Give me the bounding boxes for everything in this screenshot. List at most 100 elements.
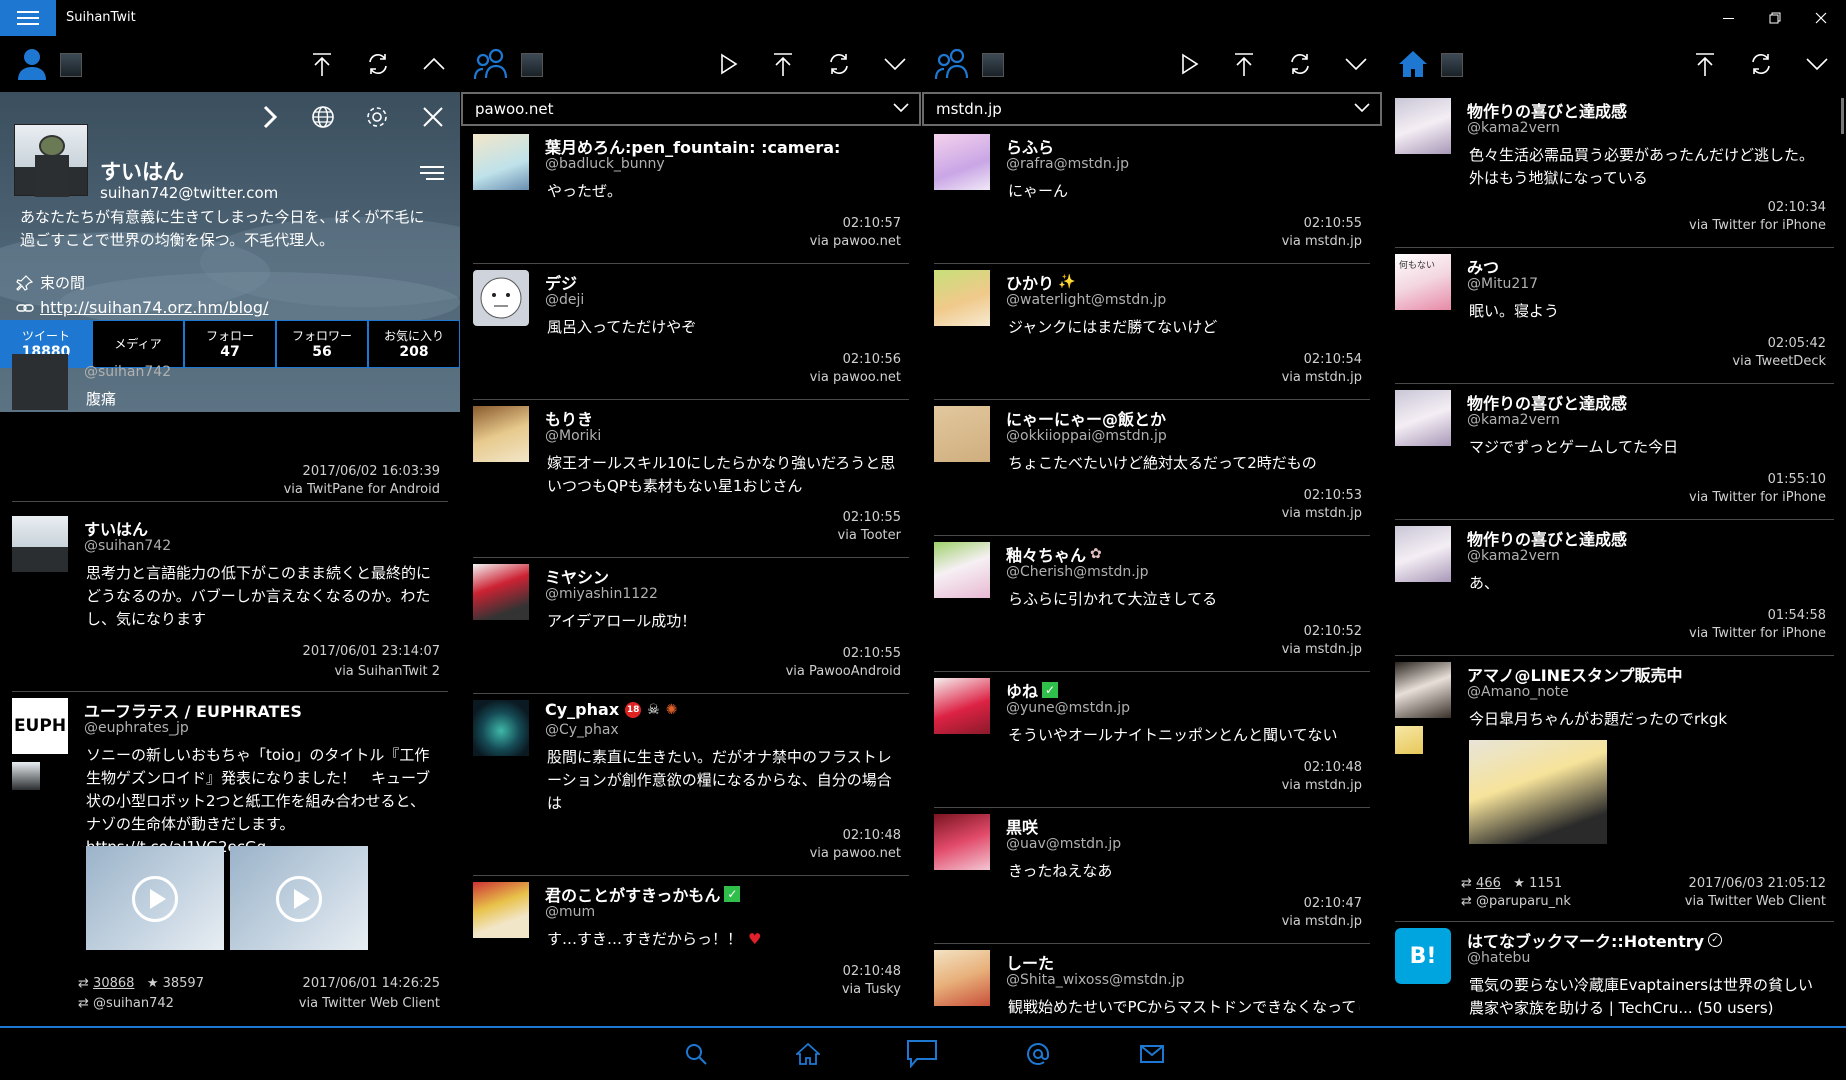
expand-button[interactable] — [877, 46, 913, 82]
tweet-item[interactable]: 物作りの喜びと達成感 @kama2vern マジでずっとゲームしてた今日 01:… — [1395, 390, 1834, 520]
tweet-avatar[interactable] — [934, 270, 990, 326]
tweet-avatar[interactable] — [1395, 98, 1451, 154]
retweeted-by-handle[interactable]: @suihan742 — [93, 996, 174, 1011]
tweet-item[interactable]: Cy_phax 18 ☠ ✺ @Cy_phax 股間に素直に生きたい。だがオナ禁… — [473, 700, 909, 876]
search-button[interactable] — [678, 1038, 714, 1070]
tweet-item[interactable]: 物作りの喜びと達成感 @kama2vern 色々生活必需品買う必要があったんだけ… — [1395, 98, 1834, 248]
settings-button[interactable] — [362, 102, 392, 132]
retweet-count[interactable]: 30868 — [93, 976, 134, 991]
tweet-item[interactable]: しーた @Shita_wixoss@mstdn.jp 観戦始めたせいでPCからマ… — [934, 950, 1370, 1026]
account-avatar[interactable] — [60, 53, 82, 77]
tweet-avatar[interactable]: B! — [1395, 928, 1451, 984]
tweet-item[interactable]: B! はてなブックマーク::Hotentry ✓ @hatebu 電気の要らない… — [1395, 928, 1834, 1016]
retweeted-by-handle[interactable]: @paruparu_nk — [1476, 894, 1571, 909]
tweet-item[interactable]: ミヤシン @miyashin1122 アイデアロール成功！ 02:10:55 v… — [473, 564, 909, 694]
refresh-button[interactable] — [1282, 46, 1318, 82]
close-window-button[interactable] — [1798, 0, 1844, 36]
home-column-type-button[interactable] — [1395, 46, 1431, 82]
scroll-top-button[interactable] — [1687, 46, 1723, 82]
tweet-item[interactable]: らふら @rafra@mstdn.jp にゃーん 02:10:55 via ms… — [934, 134, 1370, 264]
tweet-item[interactable]: 物作りの喜びと達成感 @kama2vern あ、 01:54:58 via Tw… — [1395, 526, 1834, 656]
instance-select[interactable]: mstdn.jp — [922, 92, 1382, 126]
tweet-item[interactable]: 釉々ちゃん ✿ @Cherish@mstdn.jp らふらに引かれて大泣きしてる… — [934, 542, 1370, 672]
tweet-avatar[interactable] — [1395, 662, 1451, 718]
tweet-item[interactable]: 君のことがすきっかもん ✓ @mum す…すき…すきだからっ！！ ♥ 02:10… — [473, 882, 909, 1022]
minimize-button[interactable] — [1706, 0, 1752, 36]
tweet-item[interactable]: EUPH ユーフラテス / EUPHRATES @euphrates_jp ソニ… — [12, 698, 448, 1026]
mentions-button[interactable] — [1020, 1038, 1056, 1070]
open-profile-button[interactable] — [254, 102, 284, 132]
media-thumbnail[interactable] — [230, 846, 368, 950]
close-profile-button[interactable] — [418, 102, 448, 132]
media-thumbnail[interactable] — [1469, 740, 1607, 844]
account-avatar[interactable] — [982, 53, 1004, 77]
instance-select[interactable]: pawoo.net — [461, 92, 921, 126]
tweet-avatar[interactable] — [1395, 390, 1451, 446]
tweet-avatar[interactable] — [934, 406, 990, 462]
profile-menu-button[interactable] — [420, 164, 446, 184]
profile-url-link[interactable]: http://suihan74.orz.hm/blog/ — [40, 298, 268, 317]
user-column-type-button[interactable] — [14, 46, 50, 82]
expand-button[interactable] — [1338, 46, 1374, 82]
tweet-avatar[interactable] — [934, 950, 990, 1006]
tweet-item[interactable]: すいはん @suihan742 思考力と言語能力の低下がこのまま続くと最終的にど… — [12, 516, 448, 692]
pawoo-column-type-button[interactable] — [473, 46, 509, 82]
tweet-avatar[interactable] — [12, 354, 68, 410]
tab-followers[interactable]: フォロワー 56 — [276, 320, 368, 368]
media-thumbnail[interactable] — [86, 846, 224, 950]
browser-button[interactable] — [308, 102, 338, 132]
expand-button[interactable] — [1799, 46, 1835, 82]
account-avatar[interactable] — [1441, 53, 1463, 77]
tweet-avatar[interactable] — [934, 814, 990, 870]
tweet-item[interactable]: もりき @Moriki 嫁王オールスキル10にしたらかなり強いだろうと思いつつも… — [473, 406, 909, 558]
tweet-item[interactable]: 黒咲 @uav@mstdn.jp きったねえなあ 02:10:47 via ms… — [934, 814, 1370, 944]
tweet-item[interactable]: にゃーにゃー@飯とか @okkiioppai@mstdn.jp ちょこたべたいけ… — [934, 406, 1370, 536]
tweet-item[interactable]: 葉月めろん:pen_fountain: :camera: @badluck_bu… — [473, 134, 909, 264]
refresh-button[interactable] — [360, 46, 396, 82]
tweet-item[interactable]: デジ @deji 風呂入ってただけやぞ 02:10:56 via pawoo.n… — [473, 270, 909, 400]
scroll-top-button[interactable] — [765, 46, 801, 82]
refresh-button[interactable] — [821, 46, 857, 82]
tweet-avatar[interactable] — [934, 134, 990, 190]
tweet-item[interactable]: ひかり ✨ @waterlight@mstdn.jp ジャンクにはまだ勝てないけ… — [934, 270, 1370, 400]
tweet-avatar[interactable] — [473, 134, 529, 190]
tweet-avatar[interactable] — [473, 700, 529, 756]
collapse-button[interactable] — [416, 46, 452, 82]
tweet-avatar[interactable]: EUPH — [12, 698, 68, 754]
tweet-item[interactable]: アマノ@LINEスタンプ販売中 @Amano_note 今日皐月ちゃんがお題だっ… — [1395, 662, 1834, 922]
retweeter-avatar[interactable] — [1395, 726, 1423, 754]
refresh-button[interactable] — [1743, 46, 1779, 82]
mstdn-column-type-button[interactable] — [934, 46, 970, 82]
tweet-avatar[interactable] — [934, 542, 990, 598]
tweet-avatar[interactable] — [12, 516, 68, 572]
scrollbar-thumb[interactable] — [1841, 98, 1844, 134]
messages-button[interactable] — [1134, 1038, 1170, 1070]
tweet-item[interactable]: 何もない みつ @Mitu217 眠い。寝よう 02:05:42 via Twe… — [1395, 254, 1834, 384]
tweet-avatar[interactable] — [473, 270, 529, 326]
compose-button[interactable] — [904, 1038, 940, 1070]
scroll-top-button[interactable] — [304, 46, 340, 82]
stream-play-button[interactable] — [1172, 46, 1208, 82]
tab-favorites[interactable]: お気に入り 208 — [368, 320, 460, 368]
tweet-avatar[interactable] — [473, 882, 529, 938]
tweet-avatar[interactable] — [934, 678, 990, 734]
account-avatar[interactable] — [521, 53, 543, 77]
profile-avatar[interactable] — [14, 124, 88, 197]
tab-following[interactable]: フォロー 47 — [184, 320, 276, 368]
maximize-button[interactable] — [1752, 0, 1798, 36]
scroll-top-button[interactable] — [1226, 46, 1262, 82]
home-button[interactable] — [790, 1038, 826, 1070]
favorite-count[interactable]: 1151 — [1529, 876, 1562, 891]
hamburger-menu-button[interactable] — [0, 0, 56, 36]
tweet-avatar[interactable] — [473, 406, 529, 462]
retweet-count[interactable]: 466 — [1476, 876, 1501, 891]
tweet-avatar[interactable] — [1395, 526, 1451, 582]
retweeter-avatar[interactable] — [12, 762, 40, 790]
tweet-avatar[interactable]: 何もない — [1395, 254, 1451, 310]
favorite-count[interactable]: 38597 — [163, 976, 204, 991]
stream-play-button[interactable] — [711, 46, 747, 82]
tweet-item[interactable]: @suihan742 腹痛 2017/06/02 16:03:39 via Tw… — [12, 354, 448, 502]
tab-media[interactable]: メディア — [92, 320, 184, 368]
tweet-item[interactable]: ゆね ✓ @yune@mstdn.jp そういやオールナイトニッポンとんと聞いて… — [934, 678, 1370, 808]
tweet-avatar[interactable] — [473, 564, 529, 620]
